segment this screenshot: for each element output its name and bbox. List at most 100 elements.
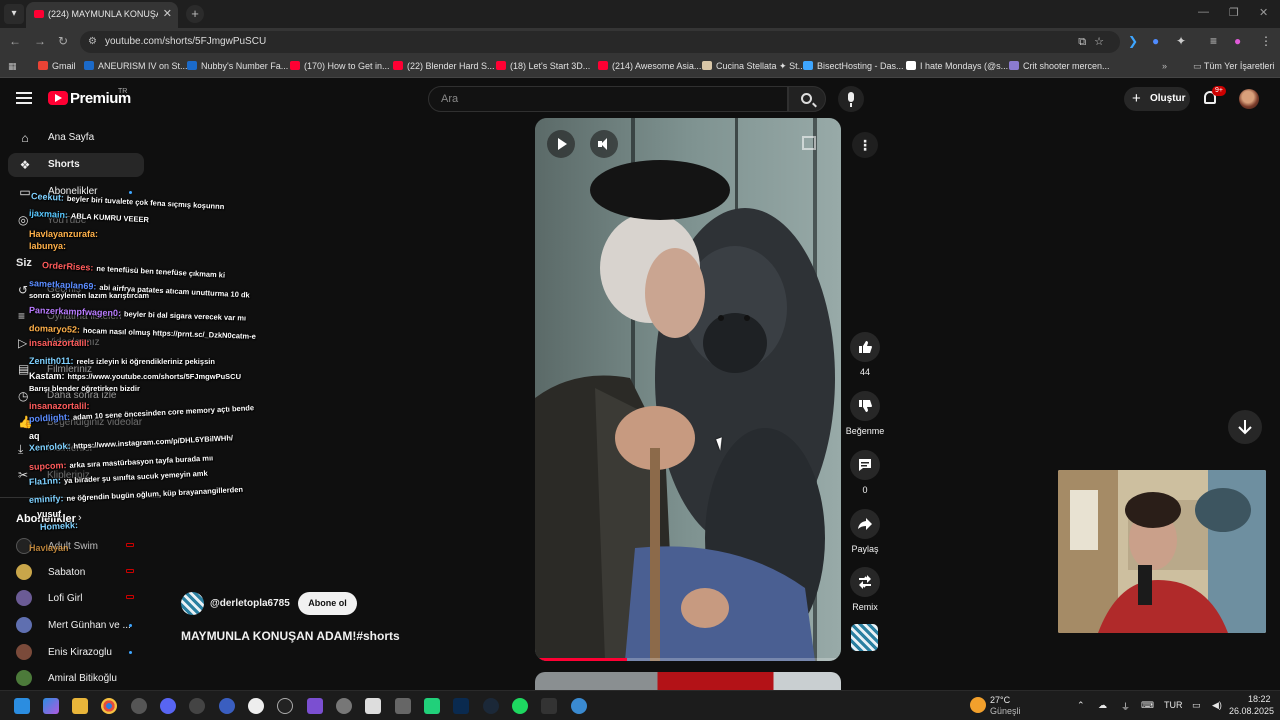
bookmark[interactable]: ANEURISM IV on St... <box>84 61 188 71</box>
bookmark[interactable]: Nubby's Number Fa... <box>187 61 288 71</box>
browser-tab-strip: ▾ (224) MAYMUNLA KONUŞAN A ✕ + — ❐ ✕ <box>0 0 1280 28</box>
next-short-button[interactable] <box>1228 410 1262 444</box>
progress-bar[interactable] <box>535 658 841 661</box>
create-button[interactable]: + Oluştur <box>1124 87 1190 111</box>
discord-icon[interactable] <box>160 698 176 714</box>
bookmark[interactable]: BisectHosting - Das... <box>803 61 904 71</box>
app-icon[interactable] <box>336 698 352 714</box>
close-window-icon[interactable]: ✕ <box>1259 6 1268 19</box>
maximize-icon[interactable]: ❐ <box>1229 6 1239 19</box>
bookmark[interactable]: (170) How to Get in... <box>290 61 390 71</box>
volume-icon[interactable]: ◀) <box>1212 700 1222 711</box>
active-tab[interactable]: (224) MAYMUNLA KONUŞAN A ✕ <box>26 2 178 28</box>
extension-icon[interactable]: ❯ <box>1128 34 1138 48</box>
chrome-icon[interactable] <box>101 698 117 714</box>
like-button[interactable] <box>850 332 880 362</box>
copilot-icon[interactable] <box>43 698 59 714</box>
photoshop-icon[interactable] <box>453 698 469 714</box>
address-bar[interactable]: ⚙ youtube.com/shorts/5FJmgwPuSCU ⧉☆ <box>80 31 1120 53</box>
channel-name[interactable]: Amiral Bitikoğlu <box>48 673 117 684</box>
pycharm-icon[interactable] <box>424 698 440 714</box>
file-explorer-icon[interactable] <box>72 698 88 714</box>
voice-search-icon[interactable] <box>838 86 864 112</box>
share-button[interactable] <box>850 509 880 539</box>
sidebar-item-home[interactable]: ⌂ Ana Sayfa <box>8 126 144 150</box>
github-icon[interactable] <box>277 698 293 714</box>
like-count: 44 <box>859 367 870 377</box>
play-button[interactable] <box>547 130 575 158</box>
more-options-icon[interactable]: ⋮ <box>852 132 878 158</box>
address-actions[interactable]: ⧉☆ <box>1078 35 1112 49</box>
language-indicator[interactable]: TUR <box>1164 700 1183 710</box>
tray-chevron-icon[interactable]: ⌃ <box>1077 700 1085 711</box>
start-icon[interactable] <box>14 698 30 714</box>
bookmark[interactable]: Cucina Stellata ✦ St... <box>702 61 805 72</box>
channel-name[interactable]: Lofi Girl <box>48 593 82 604</box>
account-avatar[interactable] <box>1239 89 1259 109</box>
bookmark[interactable]: Gmail <box>38 61 76 71</box>
extensions-puzzle-icon[interactable]: ✦ <box>1176 34 1186 48</box>
app-icon[interactable] <box>189 698 205 714</box>
network-icon[interactable]: ▭ <box>1192 700 1201 711</box>
extension-icon[interactable]: ● <box>1152 34 1159 48</box>
volume-button[interactable] <box>590 130 618 158</box>
short-video-player[interactable] <box>535 118 841 661</box>
site-info-icon[interactable]: ⚙ <box>88 36 97 47</box>
remix-button[interactable] <box>850 567 880 597</box>
dislike-button[interactable] <box>850 391 880 421</box>
fullscreen-icon[interactable] <box>802 136 816 150</box>
clock-date[interactable]: 26.08.2025 <box>1229 706 1274 716</box>
more-bookmarks-icon[interactable]: » <box>1162 61 1167 71</box>
bookmark[interactable]: (18) Let's Start 3D... <box>496 61 590 71</box>
app-icon[interactable] <box>365 698 381 714</box>
blender-icon[interactable] <box>219 698 235 714</box>
channel-name[interactable]: Sabaton <box>48 567 85 578</box>
minimize-icon[interactable]: — <box>1198 6 1209 18</box>
channel-avatar[interactable] <box>181 592 204 615</box>
visual-studio-icon[interactable] <box>307 698 323 714</box>
search-placeholder: Ara <box>441 93 459 105</box>
short-title[interactable]: MAYMUNLA KONUŞAN ADAM!#shorts <box>181 629 400 643</box>
bookmark[interactable]: Crit shooter mercen... <box>1009 61 1110 71</box>
search-input[interactable]: Ara <box>428 86 788 112</box>
bookmark[interactable]: (214) Awesome Asia... <box>598 61 701 71</box>
bookmark[interactable]: (22) Blender Hard S... <box>393 61 495 71</box>
browser-menu-icon[interactable]: ⋮ <box>1260 34 1272 48</box>
channel-name[interactable]: Mert Günhan ve ... <box>48 620 131 631</box>
clock-time[interactable]: 18:22 <box>1248 694 1271 704</box>
close-tab-icon[interactable]: ✕ <box>163 7 172 20</box>
usb-icon[interactable]: ⏚ <box>1121 700 1130 713</box>
spotify-icon[interactable] <box>512 698 528 714</box>
keyboard-icon[interactable]: ⌨ <box>1141 700 1154 711</box>
next-short-preview[interactable] <box>535 672 841 692</box>
channel-name[interactable]: Enis Kirazoglu <box>48 647 112 658</box>
channel-handle[interactable]: @derletopla6785 <box>210 598 290 609</box>
reload-icon[interactable]: ↻ <box>58 34 68 48</box>
back-icon[interactable]: ← <box>9 34 21 48</box>
apps-grid-icon[interactable]: ▦ <box>8 61 17 72</box>
profile-icon[interactable]: ● <box>1234 34 1241 48</box>
menu-icon[interactable] <box>16 92 32 104</box>
subscribe-button[interactable]: Abone ol <box>298 592 357 615</box>
obs-icon[interactable] <box>131 698 147 714</box>
movies-icon: ▤ <box>18 362 30 376</box>
new-tab-button[interactable]: + <box>186 5 204 23</box>
sidebar-you-heading[interactable]: Siz <box>16 257 32 269</box>
terminal-icon[interactable] <box>541 698 557 714</box>
tab-list-icon[interactable]: ≡ <box>1210 34 1217 48</box>
steam-icon[interactable] <box>483 698 499 714</box>
youtube-logo-icon[interactable] <box>48 91 68 105</box>
tab-search-button[interactable]: ▾ <box>4 4 24 24</box>
all-bookmarks[interactable]: ▭ Tüm Yer İşaretleri <box>1193 61 1274 72</box>
forward-icon[interactable]: → <box>34 34 46 48</box>
search-button[interactable] <box>788 86 826 112</box>
sidebar-item-shorts[interactable]: ❖ Shorts <box>8 153 144 177</box>
weather-icon[interactable] <box>970 697 986 713</box>
comments-button[interactable] <box>850 450 880 480</box>
onedrive-icon[interactable]: ☁ <box>1098 700 1107 711</box>
unreal-icon[interactable] <box>248 698 264 714</box>
app-icon[interactable] <box>571 698 587 714</box>
app-icon[interactable] <box>395 698 411 714</box>
bookmark[interactable]: I hate Mondays (@s... <box>906 61 1008 71</box>
sound-thumbnail[interactable] <box>851 624 878 651</box>
